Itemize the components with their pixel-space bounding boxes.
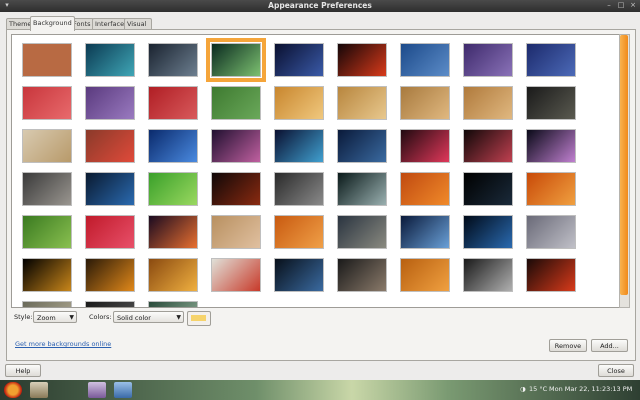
wallpaper-thumbnail[interactable] — [275, 173, 323, 205]
wallpaper-thumbnail[interactable] — [86, 173, 134, 205]
window-title: Appearance Preferences — [268, 1, 372, 10]
wallpaper-thumbnail[interactable] — [212, 87, 260, 119]
close-window-icon[interactable]: × — [628, 1, 638, 10]
title-bar[interactable]: ▾ Appearance Preferences – □ × — [0, 0, 640, 12]
wallpaper-thumbnail[interactable] — [527, 44, 575, 76]
wallpaper-thumbnail[interactable] — [401, 44, 449, 76]
wallpaper-thumbnail[interactable] — [464, 216, 512, 248]
taskbar: ◑ 15 °C Mon Mar 22, 11:23:13 PM — [0, 380, 640, 400]
wallpaper-thumbnail[interactable] — [149, 216, 197, 248]
wallpaper-thumbnail[interactable] — [149, 302, 197, 307]
wallpaper-thumbnail[interactable] — [338, 259, 386, 291]
appearance-preferences-window: ▾ Appearance Preferences – □ × Theme Bac… — [0, 0, 640, 380]
wallpaper-thumbnail[interactable] — [23, 130, 71, 162]
wallpaper-thumbnail[interactable] — [149, 259, 197, 291]
wallpaper-thumbnail[interactable] — [23, 259, 71, 291]
wallpaper-thumbnail[interactable] — [23, 87, 71, 119]
wallpaper-thumbnail[interactable] — [401, 87, 449, 119]
wallpaper-thumbnail[interactable] — [401, 216, 449, 248]
wallpaper-thumbnail[interactable] — [527, 130, 575, 162]
gallery-scrollbar-thumb[interactable] — [620, 35, 628, 295]
wallpaper-thumbnail[interactable] — [275, 216, 323, 248]
wallpaper-thumbnail[interactable] — [338, 44, 386, 76]
wallpaper-thumbnail[interactable] — [149, 44, 197, 76]
add-button[interactable]: Add... — [591, 339, 628, 352]
style-label: Style: — [14, 313, 33, 321]
close-button[interactable]: Close — [598, 364, 634, 377]
colors-label: Colors: — [89, 313, 112, 321]
wallpaper-thumbnail[interactable] — [86, 302, 134, 307]
wallpaper-thumbnail[interactable] — [527, 216, 575, 248]
color-picker-button[interactable] — [187, 311, 211, 326]
wallpaper-thumbnail[interactable] — [212, 130, 260, 162]
wallpaper-thumbnail[interactable] — [464, 173, 512, 205]
style-select-value: Zoom — [37, 314, 56, 322]
wallpaper-thumbnail[interactable] — [338, 87, 386, 119]
color-swatch — [191, 315, 206, 321]
messenger-icon[interactable] — [88, 382, 106, 398]
colors-select-value: Solid color — [117, 314, 151, 322]
wallpaper-thumbnail[interactable] — [86, 87, 134, 119]
wallpaper-thumbnail[interactable] — [23, 302, 71, 307]
wallpaper-thumbnail[interactable] — [23, 44, 71, 76]
wallpaper-thumbnail[interactable] — [275, 87, 323, 119]
chevron-down-icon: ▼ — [176, 314, 181, 321]
wallpaper-thumbnail[interactable] — [149, 173, 197, 205]
wallpaper-thumbnail[interactable] — [23, 173, 71, 205]
wallpaper-thumbnail[interactable] — [338, 173, 386, 205]
wallpaper-thumbnail[interactable] — [212, 259, 260, 291]
wallpaper-thumbnail[interactable] — [464, 44, 512, 76]
wallpaper-thumbnail[interactable] — [338, 216, 386, 248]
chevron-down-icon: ▼ — [69, 314, 74, 321]
wallpaper-thumbnail[interactable] — [149, 87, 197, 119]
wallpaper-gallery[interactable] — [11, 34, 620, 308]
window-list-icon[interactable] — [114, 382, 132, 398]
wallpaper-thumbnail[interactable] — [86, 130, 134, 162]
wallpaper-thumbnail[interactable] — [464, 259, 512, 291]
remove-button[interactable]: Remove — [549, 339, 587, 352]
wallpaper-thumbnail[interactable] — [527, 259, 575, 291]
wallpaper-thumbnail[interactable] — [338, 130, 386, 162]
clock[interactable]: Mon Mar 22, 11:23:13 PM — [549, 385, 632, 393]
wallpaper-thumbnail[interactable] — [401, 130, 449, 162]
help-button[interactable]: Help — [5, 364, 41, 377]
wallpaper-thumbnail[interactable] — [86, 216, 134, 248]
colors-select[interactable]: Solid color ▼ — [113, 311, 184, 323]
style-select[interactable]: Zoom ▼ — [33, 311, 77, 323]
weather-icon[interactable]: ◑ — [520, 385, 526, 393]
wallpaper-thumbnail[interactable] — [464, 87, 512, 119]
wallpaper-thumbnail[interactable] — [86, 44, 134, 76]
wallpaper-thumbnail[interactable] — [149, 130, 197, 162]
wallpaper-thumbnail[interactable] — [212, 216, 260, 248]
tab-background[interactable]: Background — [30, 16, 75, 31]
wallpaper-thumbnail[interactable] — [275, 130, 323, 162]
wallpaper-thumbnail[interactable] — [401, 259, 449, 291]
wallpaper-thumbnail[interactable] — [275, 44, 323, 76]
file-manager-icon[interactable] — [30, 382, 48, 398]
weather-temperature[interactable]: 15 °C — [529, 385, 547, 393]
wallpaper-thumbnail[interactable] — [401, 173, 449, 205]
wallpaper-thumbnail[interactable] — [527, 87, 575, 119]
wallpaper-thumbnail[interactable] — [23, 216, 71, 248]
wallpaper-thumbnail[interactable] — [527, 173, 575, 205]
wallpaper-thumbnail[interactable] — [212, 173, 260, 205]
wallpaper-thumbnail[interactable] — [275, 259, 323, 291]
main-menu-icon[interactable] — [4, 382, 22, 398]
maximize-icon[interactable]: □ — [616, 1, 626, 10]
wallpaper-thumbnail[interactable] — [464, 130, 512, 162]
minimize-icon[interactable]: – — [604, 1, 614, 10]
more-backgrounds-link[interactable]: Get more backgrounds online — [15, 340, 111, 348]
wallpaper-thumbnail[interactable] — [206, 38, 266, 82]
wallpaper-thumbnail[interactable] — [86, 259, 134, 291]
